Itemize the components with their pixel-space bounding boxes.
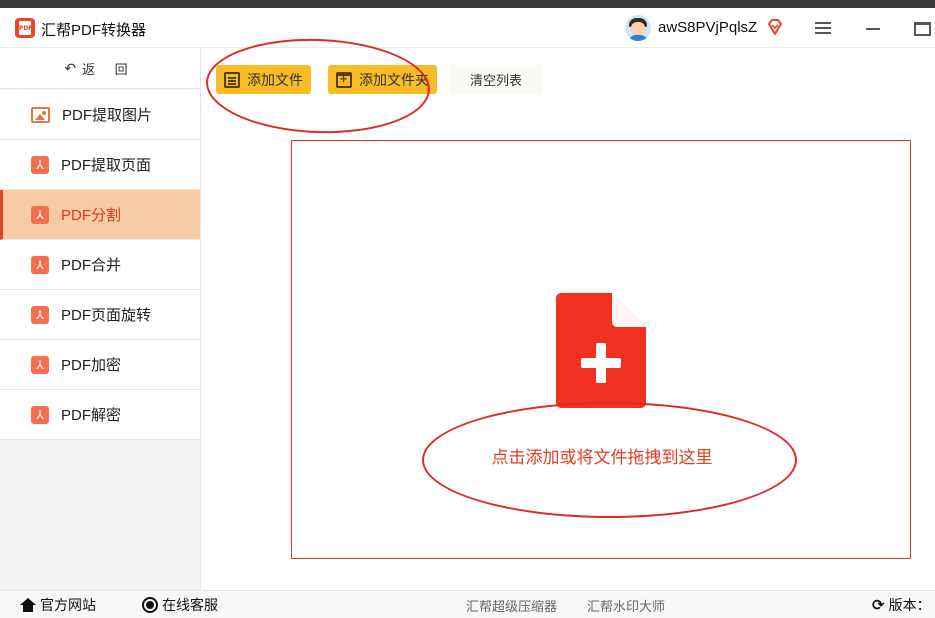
title-bar: 汇帮PDF转换器 awS8PVjPqlsZ <box>0 8 935 48</box>
minimize-icon[interactable] <box>866 28 880 30</box>
add-file-button[interactable]: 添加文件 <box>216 65 311 94</box>
sidebar-item-label: PDF提取页面 <box>61 157 152 174</box>
pdf-icon <box>31 355 49 374</box>
pdf-icon <box>31 405 49 424</box>
back-label: 返 回 <box>82 62 136 77</box>
sidebar-nav: PDF提取图片 PDF提取页面 PDF分割 PDF合并 PDF页面旋转 PDF加… <box>0 90 200 440</box>
home-icon <box>20 598 36 612</box>
pdf-logo-icon <box>15 18 35 38</box>
app-title: 汇帮PDF转换器 <box>41 22 147 39</box>
file-add-icon[interactable] <box>556 293 646 408</box>
sidebar-item-label: PDF解密 <box>61 407 122 424</box>
sidebar-item-label: PDF页面旋转 <box>61 307 152 324</box>
pdf-icon <box>31 305 49 324</box>
pdf-icon <box>31 155 49 174</box>
sidebar-item-split[interactable]: PDF分割 <box>0 190 200 240</box>
vip-diamond-icon[interactable] <box>766 18 784 36</box>
sidebar-item-label: PDF合并 <box>61 257 122 274</box>
sidebar-item-encrypt[interactable]: PDF加密 <box>0 340 200 390</box>
support-link[interactable]: 在线客服 <box>142 591 218 618</box>
website-link[interactable]: 官方网站 <box>20 591 96 618</box>
hamburger-menu-icon[interactable] <box>815 22 831 36</box>
sidebar-item-decrypt[interactable]: PDF解密 <box>0 390 200 440</box>
version-info[interactable]: ⟳ 版本： <box>872 591 931 618</box>
sidebar-item-merge[interactable]: PDF合并 <box>0 240 200 290</box>
sidebar-item-label: PDF提取图片 <box>62 107 153 124</box>
website-label: 官方网站 <box>40 597 96 613</box>
user-avatar[interactable] <box>625 15 651 41</box>
drop-hint-text[interactable]: 点击添加或将文件拖拽到这里 <box>292 443 912 468</box>
add-folder-icon <box>336 71 352 88</box>
username[interactable]: awS8PVjPqlsZ <box>658 19 757 36</box>
file-drop-zone[interactable]: 点击添加或将文件拖拽到这里 <box>291 140 911 559</box>
add-file-icon <box>224 71 240 88</box>
add-folder-label: 添加文件夹 <box>359 71 429 88</box>
toolbar: 添加文件 添加文件夹 清空列表 <box>202 49 935 109</box>
add-file-label: 添加文件 <box>247 71 303 88</box>
sidebar-item-label: PDF加密 <box>61 357 122 374</box>
compressor-link[interactable]: 汇帮超级压缩器 <box>466 591 557 618</box>
back-button[interactable]: ↶ 返 回 <box>0 49 200 89</box>
sidebar-item-extract-pages[interactable]: PDF提取页面 <box>0 140 200 190</box>
image-icon <box>31 106 50 123</box>
version-label: 版本： <box>888 597 931 613</box>
refresh-icon: ⟳ <box>872 597 885 614</box>
pdf-icon <box>31 255 49 274</box>
customer-service-icon <box>142 597 158 613</box>
pdf-icon <box>31 205 49 224</box>
window-top-strip <box>0 0 935 8</box>
sidebar: ↶ 返 回 PDF提取图片 PDF提取页面 PDF分割 PDF合并 PDF页面旋… <box>0 49 201 590</box>
back-arrow-icon: ↶ <box>64 60 77 76</box>
bottom-bar: 官方网站 在线客服 汇帮超级压缩器 汇帮水印大师 ⟳ 版本： <box>0 590 935 618</box>
sidebar-item-extract-images[interactable]: PDF提取图片 <box>0 90 200 140</box>
watermark-link[interactable]: 汇帮水印大师 <box>587 591 665 618</box>
maximize-icon[interactable] <box>914 22 931 36</box>
support-label: 在线客服 <box>162 597 218 613</box>
sidebar-item-rotate[interactable]: PDF页面旋转 <box>0 290 200 340</box>
add-folder-button[interactable]: 添加文件夹 <box>328 65 437 94</box>
clear-list-button[interactable]: 清空列表 <box>450 65 542 94</box>
sidebar-item-label: PDF分割 <box>61 207 122 224</box>
